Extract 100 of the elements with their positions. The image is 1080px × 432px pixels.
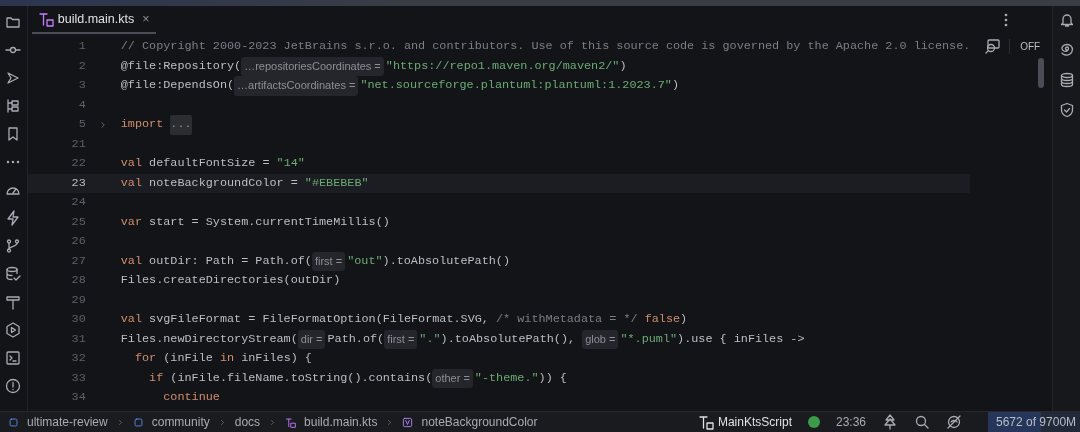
- line-number: 32: [70, 350, 86, 367]
- parameter-hint: …repositoriesCoordinates =: [241, 56, 384, 76]
- reader-mode-toggle[interactable]: OFF: [1009, 38, 1049, 54]
- warning-icon[interactable]: [5, 378, 22, 394]
- code-text: ).toAbsolutePath(),: [440, 330, 577, 348]
- file-tab[interactable]: build.main.kts ×: [31, 6, 156, 34]
- line-number: 27: [70, 252, 86, 270]
- database-icon[interactable]: [1058, 72, 1075, 88]
- code-text: )) {: [538, 369, 567, 387]
- code-text: (inFile.fileName.toString().contains(: [169, 369, 433, 387]
- code-text: ): [671, 77, 679, 94]
- caret-position[interactable]: 23:36: [835, 413, 866, 431]
- code-text: ".": [419, 330, 441, 348]
- search-icon[interactable]: [914, 414, 930, 430]
- code-text: "14": [276, 155, 305, 172]
- parameter-hint: …artifactsCoordinates =: [234, 76, 359, 96]
- tree-icon[interactable]: [882, 414, 898, 430]
- parameter-hint: first =: [311, 251, 346, 271]
- code-text: Path.of(: [327, 330, 385, 348]
- line-number: 23: [70, 174, 86, 192]
- branch-icon[interactable]: [5, 238, 22, 254]
- code-text: Files.newDirectoryStream(: [120, 330, 298, 348]
- code-text: for: [134, 350, 157, 367]
- line-number: 26: [70, 233, 86, 250]
- parameter-hint: other =: [432, 368, 473, 388]
- breadcrumb[interactable]: noteBackgroundColor: [421, 413, 538, 431]
- line-number: 24: [70, 194, 86, 211]
- status-dot[interactable]: [807, 416, 820, 428]
- code-text: "net.sourceforge.plantuml:plantuml:1.2023.7": [360, 77, 672, 94]
- kotlin-script-icon: [285, 416, 297, 428]
- scrollbar-thumb[interactable]: [1038, 58, 1045, 88]
- code-text: @file:Repository(: [120, 57, 242, 75]
- line-number: 29: [70, 291, 86, 309]
- play-icon[interactable]: [5, 322, 22, 338]
- code-text: ).toAbsolutePath(): [382, 252, 510, 270]
- code-text: @file:DependsOn(: [120, 77, 235, 94]
- code-text: val: [120, 155, 143, 172]
- close-icon[interactable]: ×: [142, 9, 150, 29]
- line-number: 3: [77, 77, 86, 94]
- breadcrumb[interactable]: build.main.kts: [304, 413, 378, 431]
- hammer-icon[interactable]: [5, 294, 22, 310]
- code-text: val: [120, 174, 143, 192]
- inspection-off-icon[interactable]: [946, 414, 962, 430]
- structure-icon[interactable]: [5, 98, 22, 114]
- line-number: 21: [70, 135, 86, 153]
- kotlin-script-icon: [697, 414, 714, 430]
- code-text: noteBackgroundColor =: [148, 174, 299, 192]
- line-number: 4: [77, 96, 86, 114]
- reader-mode-icon[interactable]: [985, 38, 1002, 54]
- line-number: 30: [70, 311, 86, 328]
- memory-indicator[interactable]: 5672 of 9700M: [988, 411, 1080, 432]
- code-text: ).use { inFiles ->: [677, 330, 805, 348]
- parameter-hint: glob =: [582, 329, 619, 349]
- code-text: (inFile: [162, 350, 214, 367]
- breadcrumb[interactable]: ultimate-review: [27, 413, 108, 431]
- code-text: ): [680, 311, 688, 328]
- code-text: if: [149, 369, 164, 387]
- code-text: false: [644, 311, 681, 328]
- code-text: var: [120, 213, 143, 231]
- database-check-icon[interactable]: [5, 266, 22, 282]
- module-icon: [132, 416, 144, 428]
- code-text: /* withMetadata = */: [496, 311, 639, 328]
- code-text: "#EBEBEB": [304, 174, 369, 192]
- shield-check-icon[interactable]: [1058, 102, 1075, 118]
- breadcrumb[interactable]: docs: [234, 413, 261, 431]
- code-text: inFiles) {: [240, 350, 312, 367]
- line-number: 33: [70, 369, 86, 387]
- line-number: 2: [77, 57, 86, 75]
- code-text: in: [219, 350, 235, 367]
- code-text: defaultFontSize =: [148, 155, 271, 172]
- spiral-icon[interactable]: [1058, 42, 1075, 58]
- code-text: start = System.currentTimeMillis(): [148, 213, 390, 231]
- line-number: 25: [70, 213, 86, 231]
- code-text: svgFileFormat = FileFormatOption(FileFormat.SVG,: [148, 311, 490, 328]
- folder-icon[interactable]: [5, 14, 22, 30]
- folded-code[interactable]: ...: [170, 115, 192, 135]
- code-text: "-theme.": [474, 369, 539, 387]
- parameter-hint: dir =: [297, 329, 326, 349]
- code-text: val: [120, 311, 143, 328]
- code-text: Files.createDirectories(outDir): [120, 272, 341, 289]
- parameter-hint: first =: [384, 329, 418, 349]
- line-number: 5: [77, 116, 86, 133]
- terminal-icon[interactable]: [5, 350, 22, 366]
- line-number: 31: [70, 330, 86, 348]
- line-number: 1: [77, 38, 86, 55]
- code-text: import: [120, 116, 165, 133]
- breadcrumb[interactable]: community: [151, 413, 210, 431]
- run-configuration[interactable]: MainKtsScript: [717, 413, 792, 431]
- line-number: 28: [70, 272, 86, 289]
- code-text: "*.puml": [620, 330, 678, 348]
- module-icon: [8, 416, 19, 428]
- notifications-icon[interactable]: [1058, 12, 1075, 28]
- code-text: // Copyright 2000-2023 JetBrains s.r.o. and contributors. Use of this source code is governed by the Apache 2.0 license.: [120, 38, 971, 55]
- kotlin-script-icon: [37, 11, 54, 27]
- code-text: val: [120, 252, 143, 270]
- property-icon: [402, 416, 414, 428]
- code-text: "https://repo1.maven.org/maven2/": [385, 57, 620, 75]
- line-number: 34: [70, 389, 86, 406]
- code-text: continue: [163, 389, 220, 406]
- code-text: outDir: Path = Path.of(: [148, 252, 312, 270]
